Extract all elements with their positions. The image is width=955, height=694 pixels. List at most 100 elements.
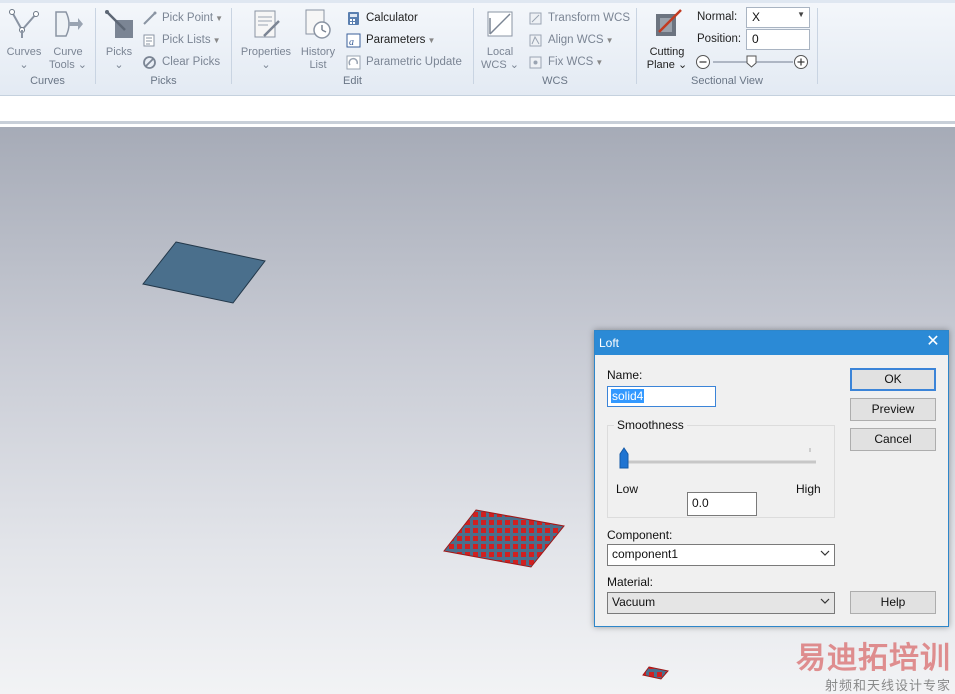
align-wcs-label: Align WCS: [548, 34, 604, 46]
curve-tools-caret: Tools ⌄: [49, 59, 87, 71]
history-label: History: [300, 46, 336, 58]
name-label: Name:: [607, 368, 643, 382]
chevron-down-icon: ▼: [595, 57, 604, 67]
fix-wcs-label: Fix WCS: [548, 56, 594, 68]
chevron-down-icon: [820, 550, 830, 556]
group-label-picks: Picks: [150, 75, 177, 87]
clear-picks-label: Clear Picks: [162, 56, 221, 68]
pick-lists-label: Pick Lists: [162, 34, 211, 46]
calculator-icon: [348, 11, 359, 25]
cancel-button[interactable]: Cancel: [850, 428, 936, 451]
curves-caret: ⌄: [19, 59, 29, 71]
dialog-title: Loft: [599, 336, 620, 350]
history-list-icon: [305, 9, 331, 39]
smoothness-title: Smoothness: [614, 418, 687, 432]
group-divider: [231, 8, 232, 84]
face-plate[interactable]: [142, 241, 266, 304]
picks-label: Picks: [105, 46, 133, 58]
picks-caret: ⌄: [114, 59, 124, 71]
close-icon[interactable]: ✕: [924, 333, 942, 351]
pick-point-icon: [143, 11, 157, 25]
fix-wcs-icon: [529, 56, 542, 68]
help-button[interactable]: Help: [850, 591, 936, 614]
picked-face-plate[interactable]: [443, 509, 565, 568]
local-wcs-caret: WCS ⌄: [481, 59, 519, 71]
local-wcs-button[interactable]: Local WCS ⌄: [480, 8, 520, 72]
name-value: solid4: [611, 389, 645, 403]
position-label: Position:: [697, 33, 742, 45]
parameters-button[interactable]: a Parameters ▼: [346, 31, 435, 49]
pick-lists-button[interactable]: Pick Lists ▼: [142, 31, 221, 49]
parameters-label: Parameters: [366, 34, 426, 46]
dialog-titlebar[interactable]: Loft ✕: [595, 331, 948, 355]
curves-icon: [9, 9, 39, 38]
smoothness-group: Smoothness Low High 0.0: [607, 418, 835, 518]
name-field[interactable]: solid4: [607, 386, 716, 407]
cutting-plane-icon: [656, 9, 682, 36]
watermark: 易迪拓培训 射频和天线设计专家: [796, 643, 951, 694]
curve-tools-label: Curve: [53, 46, 83, 58]
position-value: 0: [752, 32, 759, 46]
history-list-button[interactable]: History List: [298, 8, 338, 72]
picks-icon: [105, 10, 133, 38]
parameters-icon: a: [346, 33, 361, 48]
curves-button[interactable]: Curves ⌄: [4, 8, 44, 72]
material-value: Vacuum: [612, 595, 656, 609]
pick-point-button[interactable]: Pick Point ▼: [142, 9, 223, 27]
group-divider: [95, 8, 96, 84]
group-divider: [817, 8, 818, 84]
transform-wcs-icon: [529, 12, 542, 24]
fix-wcs-button[interactable]: Fix WCS ▼: [528, 53, 603, 71]
normal-select[interactable]: X ▼: [746, 7, 810, 28]
curve-tools-icon: [55, 11, 83, 37]
parametric-update-label: Parametric Update: [366, 56, 462, 68]
position-input[interactable]: 0: [746, 29, 810, 50]
group-label-wcs: WCS: [542, 75, 568, 87]
calculator-button[interactable]: Calculator: [346, 9, 418, 27]
clear-picks-button[interactable]: Clear Picks: [142, 53, 220, 71]
loft-dialog: Loft ✕ Name: solid4 Smoothness Low High …: [594, 330, 949, 627]
pick-lists-icon: [143, 34, 155, 46]
local-wcs-icon: [487, 11, 513, 37]
curve-tools-button[interactable]: Curve Tools ⌄: [48, 8, 88, 72]
component-value: component1: [612, 547, 679, 561]
picks-button[interactable]: Picks ⌄: [100, 8, 138, 72]
chevron-down-icon: ▼: [797, 10, 805, 19]
material-select[interactable]: Vacuum: [607, 592, 835, 614]
normal-label: Normal:: [697, 11, 738, 23]
smoothness-slider[interactable]: [618, 444, 828, 470]
history-label-2: List: [309, 59, 327, 71]
component-label: Component:: [607, 528, 673, 542]
watermark-brand: 易迪拓培训: [796, 642, 951, 675]
transform-wcs-button[interactable]: Transform WCS: [528, 9, 630, 27]
align-wcs-button[interactable]: Align WCS ▼: [528, 31, 614, 49]
position-slider[interactable]: [695, 53, 811, 71]
cutting-plane-button[interactable]: Cutting Plane ⌄: [645, 8, 689, 72]
properties-caret: ⌄: [261, 59, 271, 71]
ok-button[interactable]: OK: [850, 368, 936, 391]
ribbon: Curves ⌄ Curve Tools ⌄ Curves Picks ⌄ Pi…: [0, 0, 955, 96]
component-select[interactable]: component1: [607, 544, 835, 566]
preview-button[interactable]: Preview: [850, 398, 936, 421]
group-label-sectional-view: Sectional View: [691, 75, 763, 87]
group-divider: [473, 8, 474, 84]
properties-button[interactable]: Properties ⌄: [237, 8, 295, 72]
chevron-down-icon: ▼: [215, 13, 224, 23]
group-divider: [636, 8, 637, 84]
group-label-edit: Edit: [343, 75, 362, 87]
calculator-label: Calculator: [366, 12, 418, 24]
pick-point-label: Pick Point: [162, 12, 214, 24]
cutting-label: Cutting: [649, 46, 685, 58]
properties-icon: [254, 10, 280, 38]
align-wcs-icon: [529, 34, 542, 46]
high-label: High: [796, 482, 821, 496]
parametric-update-button[interactable]: Parametric Update: [346, 53, 462, 71]
slider-thumb: [619, 447, 629, 469]
chevron-down-icon: ▼: [427, 35, 436, 45]
slider-thumb: [746, 55, 757, 68]
smoothness-value-field[interactable]: 0.0: [687, 492, 757, 516]
picked-face-small[interactable]: [642, 666, 669, 680]
chevron-down-icon: ▼: [605, 35, 614, 45]
toolbar-strip: [0, 96, 955, 124]
watermark-tagline: 射频和天线设计专家: [824, 678, 951, 693]
